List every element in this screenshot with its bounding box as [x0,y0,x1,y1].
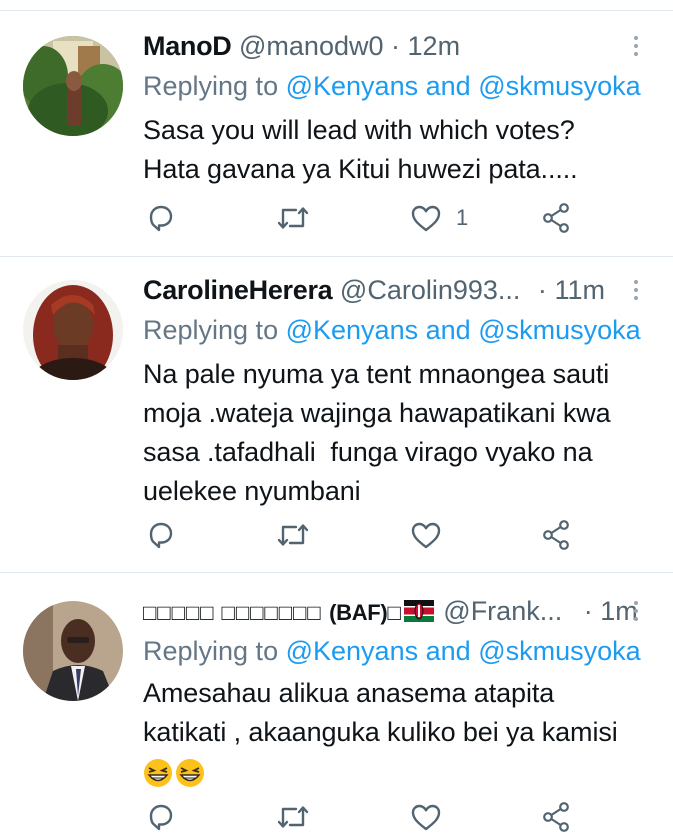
replying-to-label: Replying to [143,315,279,345]
display-name[interactable]: CarolineHerera [143,275,333,305]
tweet-text: Amesahau alikua anasema atapita katikati… [143,674,663,791]
like-button[interactable] [410,515,456,555]
timestamp[interactable]: 11m [554,275,605,305]
avatar[interactable] [23,36,123,136]
display-name-glyph: □ [387,600,402,625]
like-count: 1 [456,205,469,230]
replying-to-label: Replying to [143,71,279,101]
reply-button[interactable] [146,797,176,837]
more-icon[interactable] [626,26,646,66]
tweet-text-line: moja .wateja wajinga hawapatikani kwa [143,398,611,428]
tweet-text-line: Hata gavana ya Kitui huwezi pata..... [143,154,578,184]
display-name-tag[interactable]: (BAF) [329,600,388,625]
tweet-text-line: Na pale nyuma ya tent mnaongea sauti [143,359,610,389]
grinning-squinting-face-icon [176,758,204,787]
tweet-header: ManoD @manodw0 · 12m [143,26,460,66]
share-button[interactable] [541,797,573,837]
reply-button[interactable] [146,515,176,555]
mention-connector: and [425,636,471,666]
retweet-button[interactable] [276,198,310,238]
display-name-glyphs[interactable]: □□□□□ □□□□□□□ [143,600,322,625]
tweet-header: CarolineHerera @Carolin993... · 11m [143,270,605,310]
share-icon [543,520,569,550]
mention-connector: and [425,315,471,345]
display-name[interactable]: ManoD [143,31,232,61]
retweet-icon [277,806,309,828]
avatar[interactable] [23,601,123,701]
tweet-text-line: katikati , akaanguka kuliko bei ya kamis… [143,717,618,747]
username-handle[interactable]: @manodw0 [239,31,383,61]
mention-link[interactable]: @Kenyans [286,636,418,666]
username-handle[interactable]: @Carolin993... [340,275,521,305]
share-button[interactable] [541,515,573,555]
replying-to-label: Replying to [143,636,279,666]
top-divider [0,10,673,11]
share-button[interactable] [541,198,573,238]
like-button[interactable] [410,797,456,837]
tweet-text-line: Sasa you will lead with which votes? [143,115,575,145]
tweet-actions [0,797,673,837]
retweet-button[interactable] [276,797,310,837]
emoji-row [143,752,663,791]
separator: · [391,31,401,61]
mention-link[interactable]: @Kenyans [286,315,418,345]
tweet-actions: 1 [0,198,673,238]
reply-icon [149,804,173,831]
tweet-text-line: Amesahau alikua anasema atapita [143,678,555,708]
retweet-button[interactable] [276,515,310,555]
like-icon [411,205,441,232]
tweet-text: Sasa you will lead with which votes? Hat… [143,111,663,189]
tweet[interactable]: □□□□□ □□□□□□□ (BAF)□ @Frank... · 1m Repl… [0,591,673,839]
reply-icon [149,205,173,232]
username-handle[interactable]: @Frank... [443,596,562,626]
replying-to: Replying to @Kenyans and @skmusyoka [143,66,641,106]
replying-to: Replying to @Kenyans and @skmusyoka [143,631,641,671]
mention-link[interactable]: @Kenyans [286,71,418,101]
reply-icon [149,522,173,549]
tweet-text: Na pale nyuma ya tent mnaongea sauti moj… [143,355,663,511]
mention-connector: and [425,71,471,101]
like-icon [411,522,441,549]
mention-link[interactable]: @skmusyoka [478,636,640,666]
mention-link[interactable]: @skmusyoka [478,315,640,345]
more-icon[interactable] [626,270,646,310]
share-icon [543,203,569,233]
separator: · [537,275,547,305]
avatar[interactable] [23,280,123,380]
timestamp[interactable]: 12m [408,31,461,61]
like-icon [411,804,441,831]
mention-link[interactable]: @skmusyoka [478,71,640,101]
kenya-flag-icon [403,593,434,633]
tweet-divider [0,572,673,573]
retweet-icon [277,524,309,546]
reply-button[interactable] [146,198,176,238]
tweet[interactable]: CarolineHerera @Carolin993... · 11m Repl… [0,270,673,570]
grinning-squinting-face-icon [144,758,172,787]
replying-to: Replying to @Kenyans and @skmusyoka [143,310,641,350]
like-button[interactable]: 1 [410,198,468,238]
separator: · [583,596,593,626]
tweet[interactable]: ManoD @manodw0 · 12m Replying to @Kenyan… [0,26,673,256]
tweet-divider [0,256,673,257]
more-icon[interactable] [626,591,646,631]
tweet-actions [0,515,673,555]
tweet-text-line: uelekee nyumbani [143,476,361,506]
tweet-header: □□□□□ □□□□□□□ (BAF)□ @Frank... · 1m [143,591,638,631]
tweet-text-line: sasa .tafadhali funga virago vyako na [143,437,593,467]
share-icon [543,802,569,832]
retweet-icon [277,207,309,229]
